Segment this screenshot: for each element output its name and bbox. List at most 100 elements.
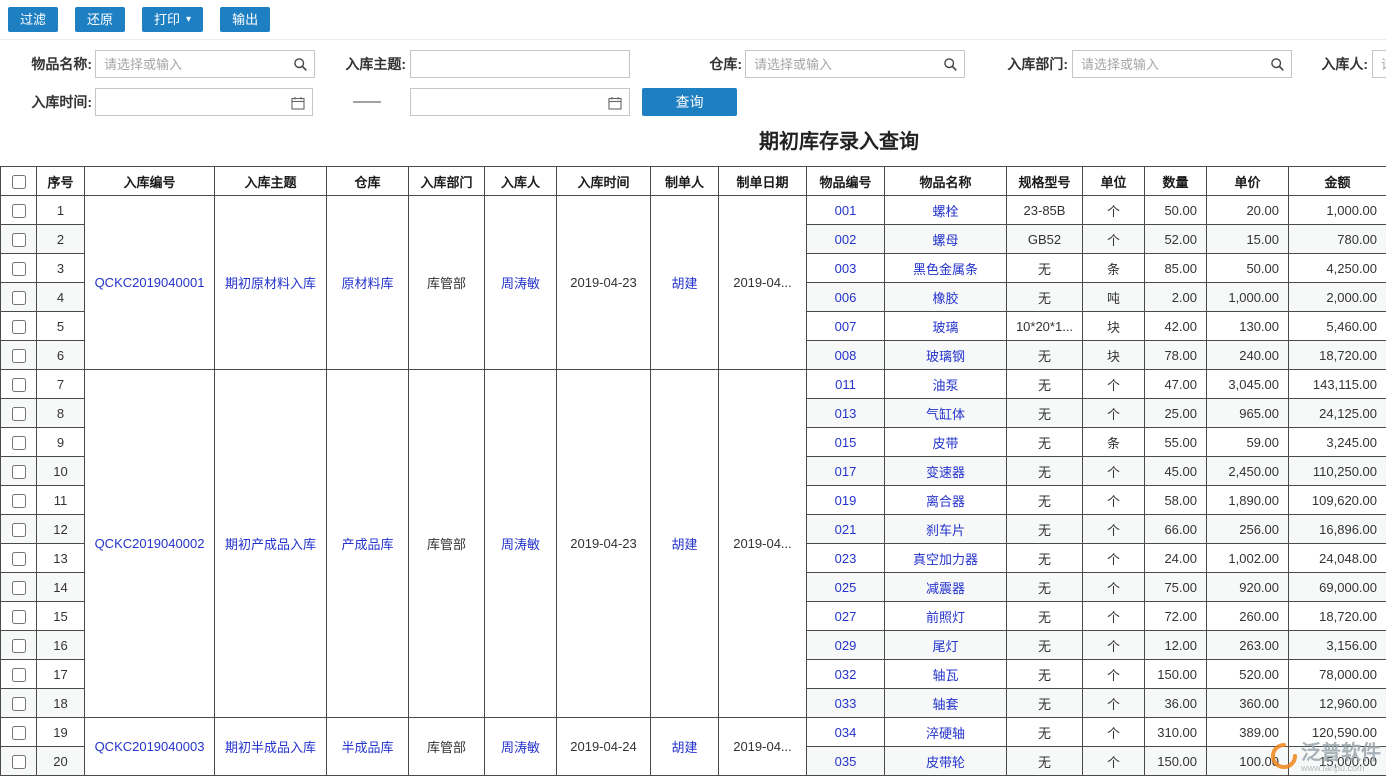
search-icon[interactable] xyxy=(1269,56,1285,72)
item-name-link[interactable]: 油泵 xyxy=(885,370,1007,399)
item-name-link[interactable]: 皮带 xyxy=(885,428,1007,457)
item-code-link[interactable]: 027 xyxy=(807,602,885,631)
item-code-link[interactable]: 003 xyxy=(807,254,885,283)
unit-cell: 条 xyxy=(1083,254,1145,283)
amount-cell: 120,590.00 xyxy=(1289,718,1386,747)
item-code-link[interactable]: 002 xyxy=(807,225,885,254)
row-checkbox[interactable] xyxy=(12,204,26,218)
restore-button[interactable]: 还原 xyxy=(75,7,125,32)
inbound-code-link[interactable]: QCKC2019040002 xyxy=(85,370,215,718)
row-checkbox[interactable] xyxy=(12,755,26,769)
row-checkbox[interactable] xyxy=(12,668,26,682)
item-code-link[interactable]: 013 xyxy=(807,399,885,428)
subject-input[interactable] xyxy=(410,50,630,78)
row-checkbox[interactable] xyxy=(12,697,26,711)
item-code-link[interactable]: 034 xyxy=(807,718,885,747)
item-code-link[interactable]: 021 xyxy=(807,515,885,544)
item-name-link[interactable]: 前照灯 xyxy=(885,602,1007,631)
item-name-link[interactable]: 离合器 xyxy=(885,486,1007,515)
item-name-link[interactable]: 气缸体 xyxy=(885,399,1007,428)
row-checkbox[interactable] xyxy=(12,378,26,392)
row-checkbox[interactable] xyxy=(12,349,26,363)
inbound-subject-link[interactable]: 期初半成品入库 xyxy=(215,718,327,776)
item-name-link[interactable]: 皮带轮 xyxy=(885,747,1007,776)
row-checkbox[interactable] xyxy=(12,436,26,450)
warehouse-link[interactable]: 半成品库 xyxy=(327,718,409,776)
calendar-icon[interactable] xyxy=(607,95,623,111)
inbound-person-link[interactable]: 周涛敏 xyxy=(485,718,557,776)
item-code-link[interactable]: 032 xyxy=(807,660,885,689)
qty-cell: 50.00 xyxy=(1145,196,1207,225)
row-checkbox[interactable] xyxy=(12,320,26,334)
person-input[interactable] xyxy=(1372,50,1386,78)
item-name-link[interactable]: 尾灯 xyxy=(885,631,1007,660)
item-code-link[interactable]: 015 xyxy=(807,428,885,457)
row-checkbox[interactable] xyxy=(12,639,26,653)
inbound-code-link[interactable]: QCKC2019040003 xyxy=(85,718,215,776)
item-code-link[interactable]: 011 xyxy=(807,370,885,399)
query-button[interactable]: 查询 xyxy=(642,88,737,116)
warehouse-link[interactable]: 产成品库 xyxy=(327,370,409,718)
print-button[interactable]: 打印 ▾ xyxy=(142,7,203,32)
inbound-person-link[interactable]: 周涛敏 xyxy=(485,196,557,370)
item-name-link[interactable]: 玻璃钢 xyxy=(885,341,1007,370)
department-input[interactable] xyxy=(1072,50,1292,78)
item-code-link[interactable]: 035 xyxy=(807,747,885,776)
select-all-checkbox[interactable] xyxy=(12,175,26,189)
row-checkbox[interactable] xyxy=(12,233,26,247)
creator-link[interactable]: 胡建 xyxy=(651,718,719,776)
item-code-link[interactable]: 017 xyxy=(807,457,885,486)
warehouse-input[interactable] xyxy=(745,50,965,78)
spec-cell: 无 xyxy=(1007,283,1083,312)
filter-button[interactable]: 过滤 xyxy=(8,7,58,32)
row-checkbox-cell xyxy=(1,312,37,341)
search-icon[interactable] xyxy=(942,56,958,72)
row-checkbox[interactable] xyxy=(12,610,26,624)
item-code-link[interactable]: 025 xyxy=(807,573,885,602)
warehouse-link[interactable]: 原材料库 xyxy=(327,196,409,370)
item-name-link[interactable]: 玻璃 xyxy=(885,312,1007,341)
inbound-person-link[interactable]: 周涛敏 xyxy=(485,370,557,718)
row-checkbox[interactable] xyxy=(12,726,26,740)
item-code-link[interactable]: 023 xyxy=(807,544,885,573)
item-name-link[interactable]: 黑色金属条 xyxy=(885,254,1007,283)
item-code-link[interactable]: 029 xyxy=(807,631,885,660)
create-date-cell: 2019-04... xyxy=(719,718,807,776)
item-name-link[interactable]: 螺栓 xyxy=(885,196,1007,225)
creator-link[interactable]: 胡建 xyxy=(651,196,719,370)
item-name-link[interactable]: 真空加力器 xyxy=(885,544,1007,573)
calendar-icon[interactable] xyxy=(290,95,306,111)
row-number: 16 xyxy=(37,631,85,660)
item-code-link[interactable]: 006 xyxy=(807,283,885,312)
item-code-link[interactable]: 007 xyxy=(807,312,885,341)
row-checkbox[interactable] xyxy=(12,407,26,421)
item-name-link[interactable]: 轴瓦 xyxy=(885,660,1007,689)
row-checkbox[interactable] xyxy=(12,494,26,508)
inbound-subject-link[interactable]: 期初原材料入库 xyxy=(215,196,327,370)
search-icon[interactable] xyxy=(292,56,308,72)
item-name-link[interactable]: 淬硬轴 xyxy=(885,718,1007,747)
time-from-input[interactable] xyxy=(95,88,313,116)
item-code-link[interactable]: 001 xyxy=(807,196,885,225)
item-code-link[interactable]: 008 xyxy=(807,341,885,370)
item-name-input[interactable] xyxy=(95,50,315,78)
row-checkbox[interactable] xyxy=(12,465,26,479)
row-checkbox[interactable] xyxy=(12,291,26,305)
row-checkbox[interactable] xyxy=(12,552,26,566)
item-code-link[interactable]: 019 xyxy=(807,486,885,515)
inbound-subject-link[interactable]: 期初产成品入库 xyxy=(215,370,327,718)
item-name-link[interactable]: 螺母 xyxy=(885,225,1007,254)
inbound-code-link[interactable]: QCKC2019040001 xyxy=(85,196,215,370)
item-name-link[interactable]: 刹车片 xyxy=(885,515,1007,544)
creator-link[interactable]: 胡建 xyxy=(651,370,719,718)
row-checkbox[interactable] xyxy=(12,523,26,537)
row-checkbox[interactable] xyxy=(12,262,26,276)
item-name-link[interactable]: 变速器 xyxy=(885,457,1007,486)
item-code-link[interactable]: 033 xyxy=(807,689,885,718)
export-button[interactable]: 输出 xyxy=(220,7,270,32)
item-name-link[interactable]: 减震器 xyxy=(885,573,1007,602)
row-checkbox[interactable] xyxy=(12,581,26,595)
time-to-input[interactable] xyxy=(410,88,630,116)
item-name-link[interactable]: 橡胶 xyxy=(885,283,1007,312)
item-name-link[interactable]: 轴套 xyxy=(885,689,1007,718)
